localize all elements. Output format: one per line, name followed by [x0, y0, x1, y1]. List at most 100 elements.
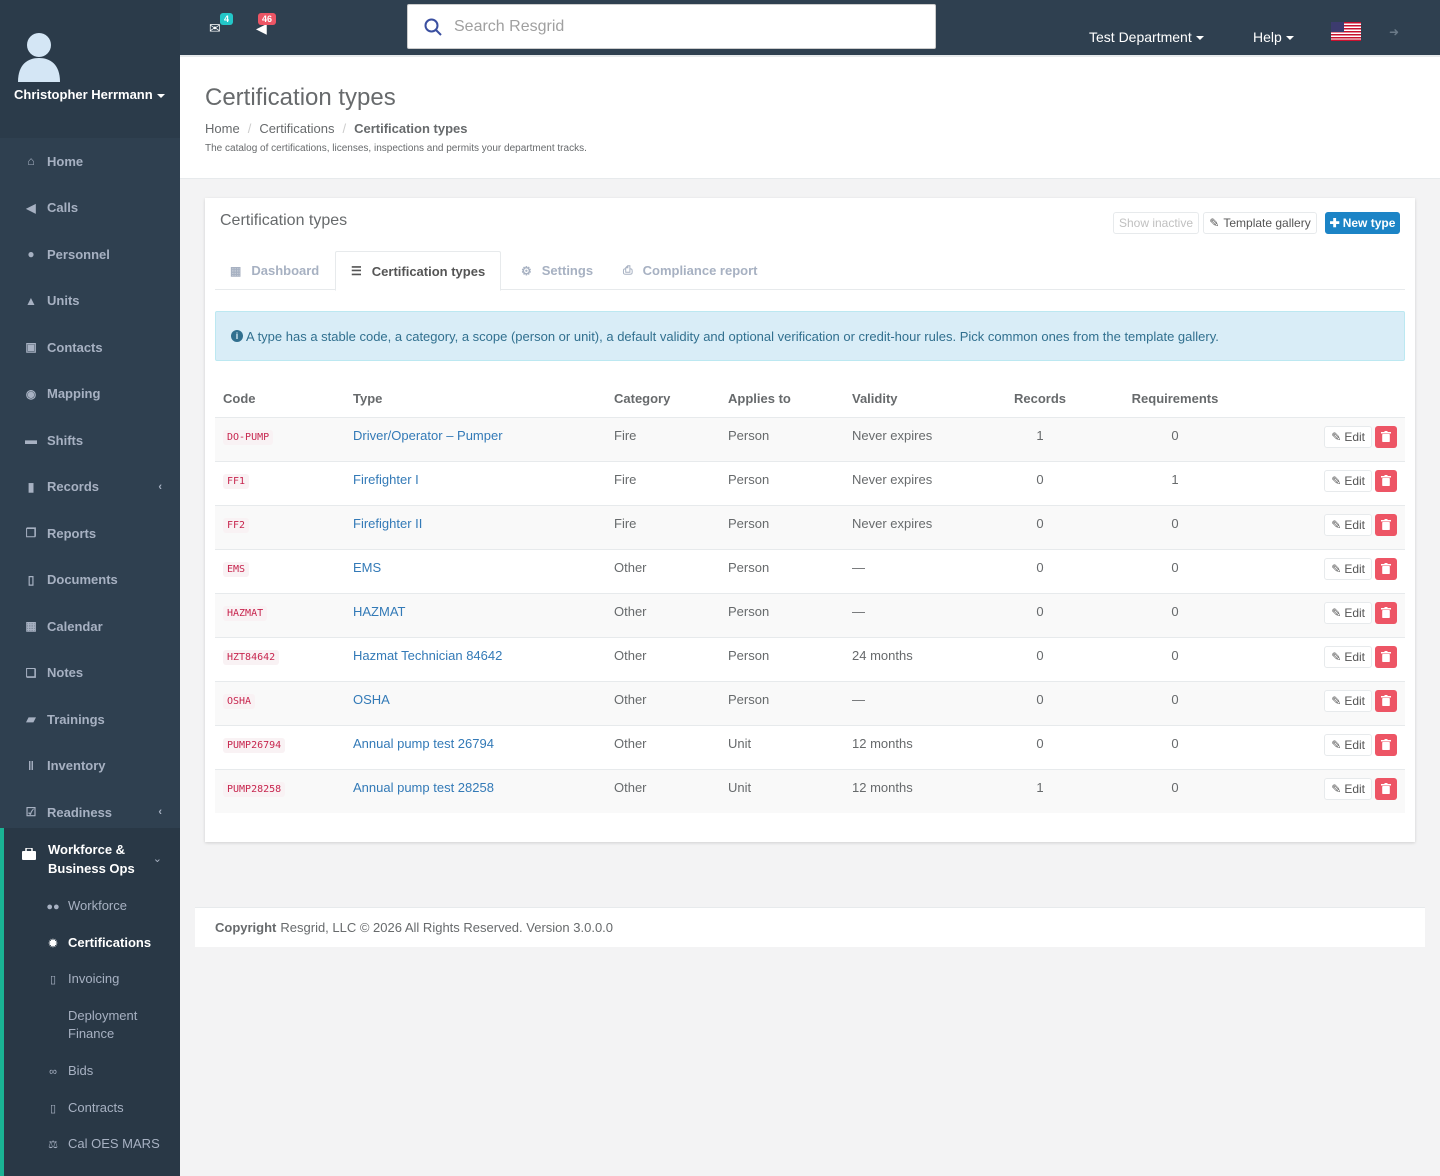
edit-button[interactable]: ✎ Edit — [1324, 689, 1372, 712]
tab-dashboard[interactable]: ▦ Dashboard — [230, 251, 319, 290]
nav-item-trainings[interactable]: ▰ Trainings — [0, 696, 180, 743]
type-applies-to: Person — [720, 460, 844, 505]
nav-item-records[interactable]: ▮ Records ‹ — [0, 464, 180, 511]
col-applies-to[interactable]: Applies to — [720, 381, 844, 418]
type-name-link[interactable]: Annual pump test 28258 — [353, 780, 494, 795]
nav-subitem-bids[interactable]: ∞ Bids — [46, 1062, 176, 1081]
check-square-icon: ☑ — [25, 805, 37, 820]
breadcrumb-certifications[interactable]: Certifications — [259, 121, 334, 136]
nav-item-reports[interactable]: ❐ Reports — [0, 510, 180, 557]
print-icon: ⎙ — [623, 263, 633, 277]
delete-button[interactable] — [1375, 777, 1397, 800]
calendar-icon: ▦ — [25, 619, 37, 634]
delete-button[interactable] — [1375, 557, 1397, 580]
nav-item-notes[interactable]: ❏ Notes — [0, 650, 180, 697]
pencil-icon: ✎ — [1331, 605, 1342, 620]
show-inactive-button[interactable]: Show inactive — [1113, 212, 1199, 234]
type-name-link[interactable]: EMS — [353, 560, 381, 575]
type-records: 0 — [984, 592, 1096, 637]
delete-button[interactable] — [1375, 645, 1397, 668]
edit-button[interactable]: ✎ Edit — [1324, 557, 1372, 580]
nav-subitem-certifications[interactable]: ✹ Certifications — [46, 934, 176, 953]
table-row: DO-PUMP Driver/Operator – Pumper Fire Perso… — [215, 416, 1405, 461]
delete-button[interactable] — [1375, 733, 1397, 756]
type-category: Other — [606, 768, 720, 813]
edit-button[interactable]: ✎ Edit — [1324, 425, 1372, 448]
col-requirements[interactable]: Requirements — [1096, 381, 1254, 418]
edit-button[interactable]: ✎ Edit — [1324, 513, 1372, 536]
type-category: Fire — [606, 504, 720, 549]
tab-certification-types[interactable]: ☰ Certification types — [335, 251, 502, 291]
delete-button[interactable] — [1375, 425, 1397, 448]
invoice-icon: ▯ — [49, 974, 57, 986]
col-code[interactable]: Code — [215, 381, 345, 418]
gear-icon: ⚙ — [521, 263, 532, 278]
col-validity[interactable]: Validity — [844, 381, 984, 418]
type-applies-to: Unit — [720, 768, 844, 813]
edit-button[interactable]: ✎ Edit — [1324, 645, 1372, 668]
search-input[interactable] — [454, 17, 894, 36]
help-dropdown[interactable]: Help — [1253, 29, 1294, 45]
type-name-link[interactable]: Annual pump test 26794 — [353, 736, 494, 751]
page-heading: Certification types Home / Certifications /… — [180, 57, 1440, 179]
topbar: ✉ 4 ◀ 46 Test Department Help ➜ — [180, 0, 1440, 57]
col-records[interactable]: Records — [984, 381, 1096, 418]
nav-subitem-contracts[interactable]: ▯ Contracts — [46, 1099, 176, 1118]
type-name-link[interactable]: HAZMAT — [353, 604, 405, 619]
nav-item-mapping[interactable]: ◉ Mapping — [0, 371, 180, 418]
nav-item-documents[interactable]: ▯ Documents — [0, 557, 180, 604]
type-name-link[interactable]: Firefighter II — [353, 516, 422, 531]
nav-item-inventory[interactable]: ‖ Inventory — [0, 743, 180, 790]
type-requirements: 0 — [1096, 768, 1254, 813]
mail-icon[interactable]: ✉ — [209, 20, 221, 37]
sign-out-icon[interactable]: ➜ — [1389, 25, 1399, 39]
type-name-link[interactable]: Hazmat Technician 84642 — [353, 648, 502, 663]
type-requirements: 0 — [1096, 724, 1254, 769]
edit-button[interactable]: ✎ Edit — [1324, 733, 1372, 756]
page-description: The catalog of certifications, licenses,… — [205, 143, 587, 154]
nav-item-personnel[interactable]: ● Personnel — [0, 231, 180, 278]
nav-item-calls[interactable]: ◀ Calls — [0, 185, 180, 232]
footer-version: Version 3.0.0.0 — [526, 920, 614, 935]
map-marker-icon: ◉ — [25, 386, 37, 401]
delete-button[interactable] — [1375, 689, 1397, 712]
certification-types-table: Code Type Category Applies to Validity R… — [215, 381, 1405, 813]
nav-item-contacts[interactable]: ▣ Contacts — [0, 324, 180, 371]
col-category[interactable]: Category — [606, 381, 720, 418]
type-name-link[interactable]: Firefighter I — [353, 472, 419, 487]
type-applies-to: Person — [720, 504, 844, 549]
breadcrumb: Home / Certifications / Certification types — [205, 121, 468, 136]
delete-button[interactable] — [1375, 601, 1397, 624]
edit-button[interactable]: ✎ Edit — [1324, 469, 1372, 492]
caret-down-icon — [1285, 36, 1294, 41]
delete-button[interactable] — [1375, 469, 1397, 492]
nav-subitem-cal-oes-mars[interactable]: ⚖ Cal OES MARS — [46, 1135, 176, 1154]
new-type-button[interactable]: ✚ New type — [1325, 212, 1400, 234]
edit-button[interactable]: ✎ Edit — [1324, 777, 1372, 800]
us-flag-icon[interactable] — [1331, 22, 1361, 41]
pencil-icon: ✎ — [1331, 561, 1342, 576]
nav-subitem-invoicing[interactable]: ▯ Invoicing — [46, 970, 176, 989]
pencil-icon: ✎ — [1331, 781, 1342, 796]
col-type[interactable]: Type — [345, 381, 606, 418]
type-name-link[interactable]: OSHA — [353, 692, 390, 707]
nav-item-shifts[interactable]: ▬ Shifts — [0, 417, 180, 464]
avatar-icon[interactable] — [16, 30, 62, 82]
type-validity: 12 months — [844, 768, 984, 813]
type-category: Other — [606, 724, 720, 769]
nav-item-home[interactable]: ⌂ Home — [0, 138, 180, 185]
profile-name-dropdown[interactable]: Christopher Herrmann — [14, 87, 165, 102]
tab-settings[interactable]: ⚙ Settings — [521, 251, 593, 290]
nav-item-units[interactable]: ▲ Units — [0, 278, 180, 325]
edit-button[interactable]: ✎ Edit — [1324, 601, 1372, 624]
nav-subitem-workforce[interactable]: ●● Workforce — [46, 897, 176, 916]
tab-compliance-report[interactable]: ⎙ Compliance report — [623, 251, 757, 290]
breadcrumb-home[interactable]: Home — [205, 121, 240, 136]
template-gallery-button[interactable]: ✎ Template gallery — [1203, 212, 1317, 234]
department-dropdown[interactable]: Test Department — [1089, 29, 1204, 45]
delete-button[interactable] — [1375, 513, 1397, 536]
nav-subitem-deployment-finance[interactable]: Deployment Finance — [46, 1007, 176, 1043]
type-name-link[interactable]: Driver/Operator – Pumper — [353, 428, 503, 443]
nav-item-calendar[interactable]: ▦ Calendar — [0, 603, 180, 650]
nav-group-toggle[interactable]: Workforce & Business Ops — [22, 840, 152, 878]
